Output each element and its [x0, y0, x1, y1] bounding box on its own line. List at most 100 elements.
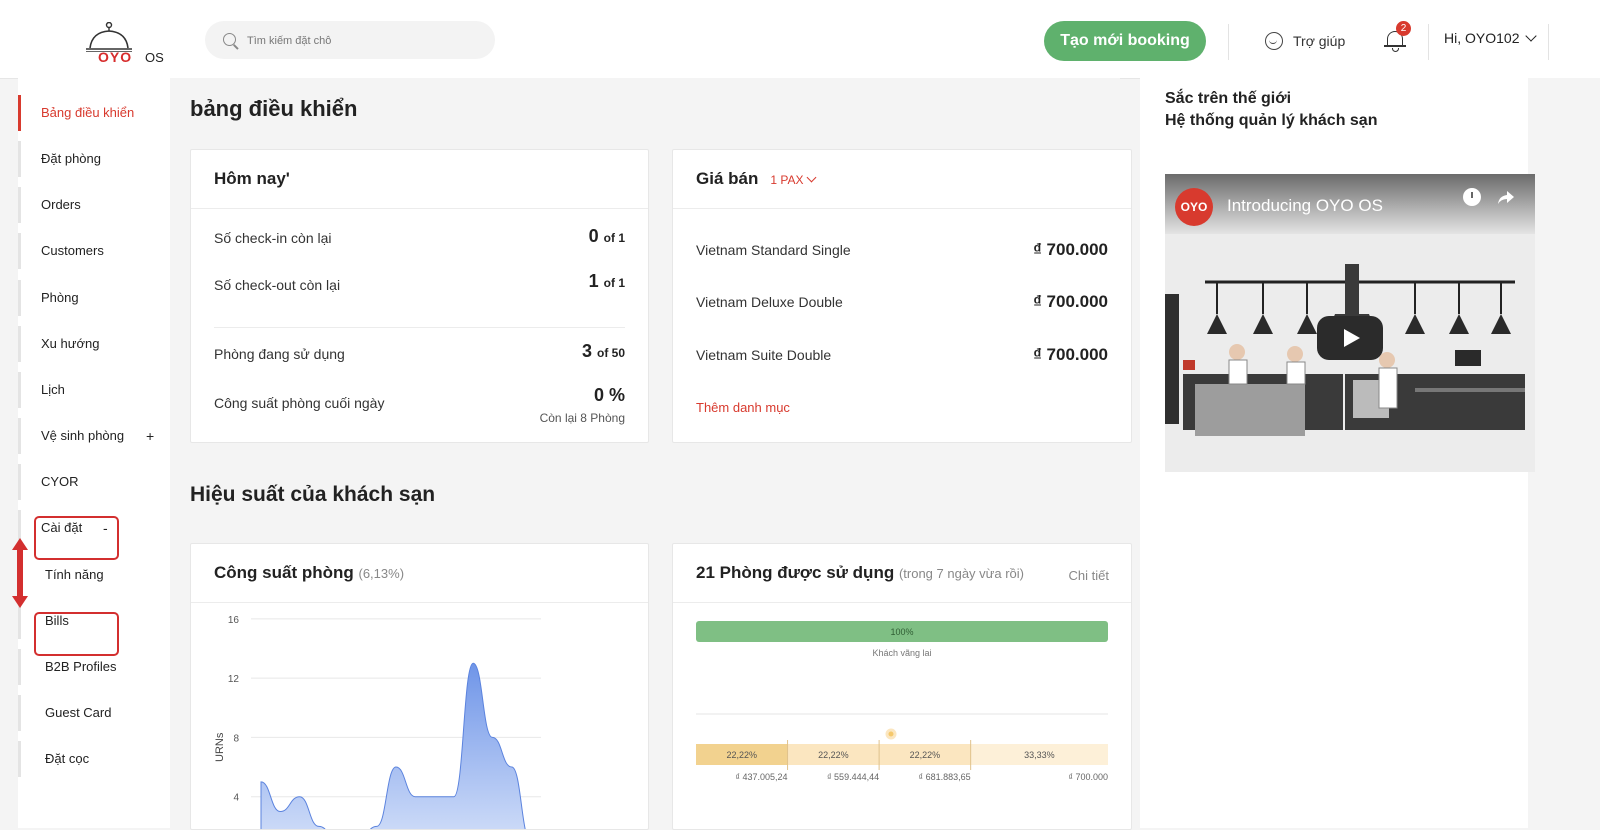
help-link[interactable]: Trợ giúp	[1255, 30, 1345, 52]
sidebar-item-label: Guest Card	[45, 705, 111, 720]
logo-word: OYO	[98, 49, 132, 65]
today-card: Hôm nay' Số check-in còn lại 0 of 1 Số c…	[190, 149, 649, 443]
help-label: Trợ giúp	[1293, 33, 1345, 49]
expand-toggle[interactable]: +	[146, 418, 154, 454]
user-greeting: Hi, OYO102	[1444, 30, 1519, 46]
y-tick-label: 8	[233, 733, 239, 744]
search-bar[interactable]	[205, 21, 495, 59]
y-axis-label: URNs	[214, 732, 226, 762]
today-row: Phòng đang sử dụng 3 of 50	[214, 346, 625, 362]
header-divider	[1228, 24, 1229, 60]
price-title: Giá bán1 PAX	[696, 169, 815, 189]
right-panel-line1: Sắc trên thế giới	[1165, 88, 1377, 110]
row-value: 0 %Còn lại 8 Phòng	[540, 385, 625, 427]
highlight-box	[34, 612, 119, 656]
bar-caption: Khách vãng lai	[872, 648, 931, 658]
video-player[interactable]: OYO Introducing OYO OS	[1165, 174, 1535, 472]
segment-label: 22,22%	[818, 750, 849, 760]
oyo-logo[interactable]: OYO OS	[78, 16, 168, 62]
sidebar-item-customers[interactable]: Customers	[18, 233, 170, 269]
occupancy-chart: 4 8 12 16 URNs	[191, 544, 648, 829]
new-booking-button[interactable]: Tạo mới booking	[1044, 21, 1206, 61]
today-row: Số check-out còn lại 1 of 1	[214, 277, 625, 293]
price-card: Giá bán1 PAX Vietnam Standard Single ₫ 7…	[672, 149, 1132, 443]
smiley-icon	[1265, 32, 1283, 50]
row-label: Phòng đang sử dụng	[214, 346, 345, 362]
add-category-link[interactable]: Thêm danh mục	[696, 400, 790, 415]
search-input[interactable]	[245, 30, 479, 52]
y-tick-label: 4	[233, 793, 239, 804]
occupancy-area	[261, 663, 531, 829]
price-row: Vietnam Suite Double ₫ 700.000	[696, 347, 1108, 363]
channel-logo[interactable]: OYO	[1175, 188, 1213, 226]
sidebar-item-features[interactable]: Tính năng	[18, 557, 170, 593]
logo-suffix: OS	[145, 50, 164, 65]
today-row: Số check-in còn lại 0 of 1	[214, 230, 625, 246]
today-row: Công suất phòng cuối ngày 0 %Còn lại 8 P…	[214, 395, 625, 411]
pax-dropdown[interactable]: 1 PAX	[770, 173, 814, 187]
sidebar-item-rooms[interactable]: Phòng	[18, 280, 170, 316]
play-icon[interactable]	[1317, 316, 1383, 360]
page-gutter	[1528, 78, 1600, 828]
notification-badge: 2	[1396, 21, 1411, 36]
sidebar-item-trends[interactable]: Xu hướng	[18, 326, 170, 362]
row-label: Số check-out còn lại	[214, 277, 340, 293]
video-title[interactable]: Introducing OYO OS	[1227, 196, 1383, 216]
share-icon[interactable]	[1497, 190, 1515, 206]
top-header: OYO OS Tạo mới booking Trợ giúp 2 Hi, OY…	[0, 0, 1600, 79]
rooms-used-chart: 100%Khách vãng lai22,22%₫ 437.005,2422,2…	[673, 544, 1131, 829]
sidebar-item-label: Orders	[41, 197, 81, 212]
price-row: Vietnam Standard Single ₫ 700.000	[696, 242, 1108, 258]
row-value: 3 of 50	[582, 341, 625, 362]
room-price: ₫ 700.000	[1033, 292, 1108, 312]
room-type: Vietnam Deluxe Double	[696, 294, 843, 310]
room-type: Vietnam Suite Double	[696, 347, 831, 363]
double-arrow-icon	[12, 538, 28, 608]
right-panel-line2: Hệ thống quản lý khách sạn	[1165, 110, 1377, 132]
sidebar-item-label: Phòng	[41, 290, 79, 305]
sidebar-item-deposit[interactable]: Đặt cọc	[18, 741, 170, 777]
price-marker	[887, 730, 895, 738]
y-tick-label: 12	[228, 674, 240, 685]
room-price: ₫ 700.000	[1033, 240, 1108, 260]
sidebar-item-label: Bảng điều khiển	[41, 105, 134, 120]
sidebar-item-bookings[interactable]: Đặt phòng	[18, 141, 170, 177]
row-label: Số check-in còn lại	[214, 230, 332, 246]
highlight-box	[34, 516, 119, 560]
y-tick-label: 16	[228, 615, 240, 626]
sidebar-item-dashboard[interactable]: Bảng điều khiển	[18, 95, 170, 131]
card-header: Giá bán1 PAX	[673, 150, 1131, 209]
sidebar-item-orders[interactable]: Orders	[18, 187, 170, 223]
segment-label: 22,22%	[727, 750, 758, 760]
sidebar-item-label: CYOR	[41, 474, 79, 489]
sidebar-item-guest-card[interactable]: Guest Card	[18, 695, 170, 731]
segment-label: 33,33%	[1024, 750, 1055, 760]
segment-price: ₫ 559.444,44	[827, 772, 879, 782]
search-icon	[223, 33, 236, 46]
room-price: ₫ 700.000	[1033, 345, 1108, 365]
sidebar-item-housekeeping[interactable]: Vệ sinh phòng +	[18, 418, 170, 454]
rooms-used-card: 21 Phòng được sử dụng (trong 7 ngày vừa …	[672, 543, 1132, 830]
today-title: Hôm nay'	[214, 169, 290, 189]
header-divider	[1548, 24, 1549, 60]
sidebar-item-label: Lịch	[41, 382, 65, 397]
page-title: bảng điều khiển	[190, 96, 357, 122]
watch-later-icon[interactable]	[1463, 188, 1481, 206]
sidebar-item-calendar[interactable]: Lịch	[18, 372, 170, 408]
sidebar-item-label: Đặt phòng	[41, 151, 101, 166]
row-label: Công suất phòng cuối ngày	[214, 395, 384, 411]
segment-price: ₫ 437.005,24	[735, 772, 787, 782]
user-menu[interactable]: Hi, OYO102	[1444, 30, 1535, 46]
sidebar-item-label: Tính năng	[45, 567, 104, 582]
sidebar-item-cyor[interactable]: CYOR	[18, 464, 170, 500]
cloche-icon	[82, 22, 144, 52]
chevron-down-icon	[806, 173, 816, 183]
segment-label: 22,22%	[910, 750, 941, 760]
chevron-down-icon	[1526, 30, 1537, 41]
right-panel-title: Sắc trên thế giới Hệ thống quản lý khách…	[1165, 88, 1377, 132]
sidebar: Bảng điều khiển Đặt phòng Orders Custome…	[18, 78, 170, 828]
sidebar-item-label: Xu hướng	[41, 336, 99, 351]
segment-price: ₫ 681.883,65	[918, 772, 970, 782]
sidebar-item-label: Vệ sinh phòng	[41, 428, 124, 443]
sidebar-item-label: Customers	[41, 243, 104, 258]
